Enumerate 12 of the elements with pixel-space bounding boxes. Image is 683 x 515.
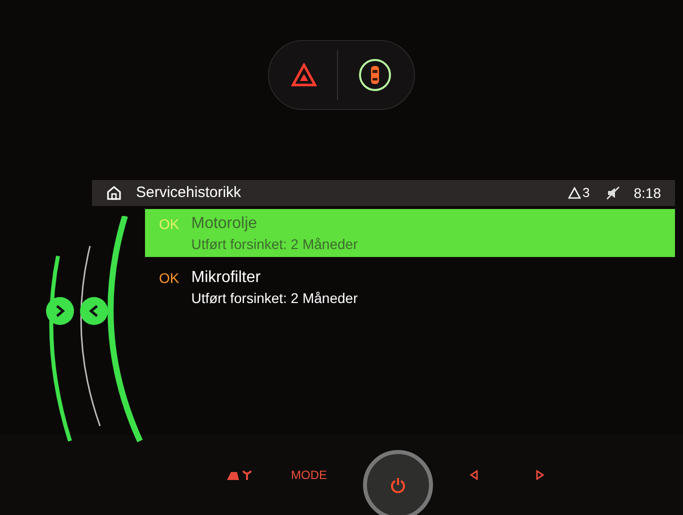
service-list-item[interactable]: OK Motorolje Utført forsinket: 2 Måneder [145,209,675,257]
service-title: Motorolje [191,214,258,234]
warning-count: 3 [582,184,590,202]
status-label: OK [159,215,180,234]
service-detail: Utført forsinket: 2 Måneder [191,235,358,253]
status-label: OK [159,269,180,288]
service-title: Mikrofilter [191,268,262,288]
mode-button[interactable]: MODE [291,466,327,484]
screen-title: Servicehistorikk [136,182,242,203]
service-detail: Utført forsinket: 2 Måneder [191,289,358,307]
service-list-item[interactable]: OK Mikrofilter Utført forsinket: 2 Måneder [145,263,675,311]
clock-time: 8:18 [634,184,661,202]
